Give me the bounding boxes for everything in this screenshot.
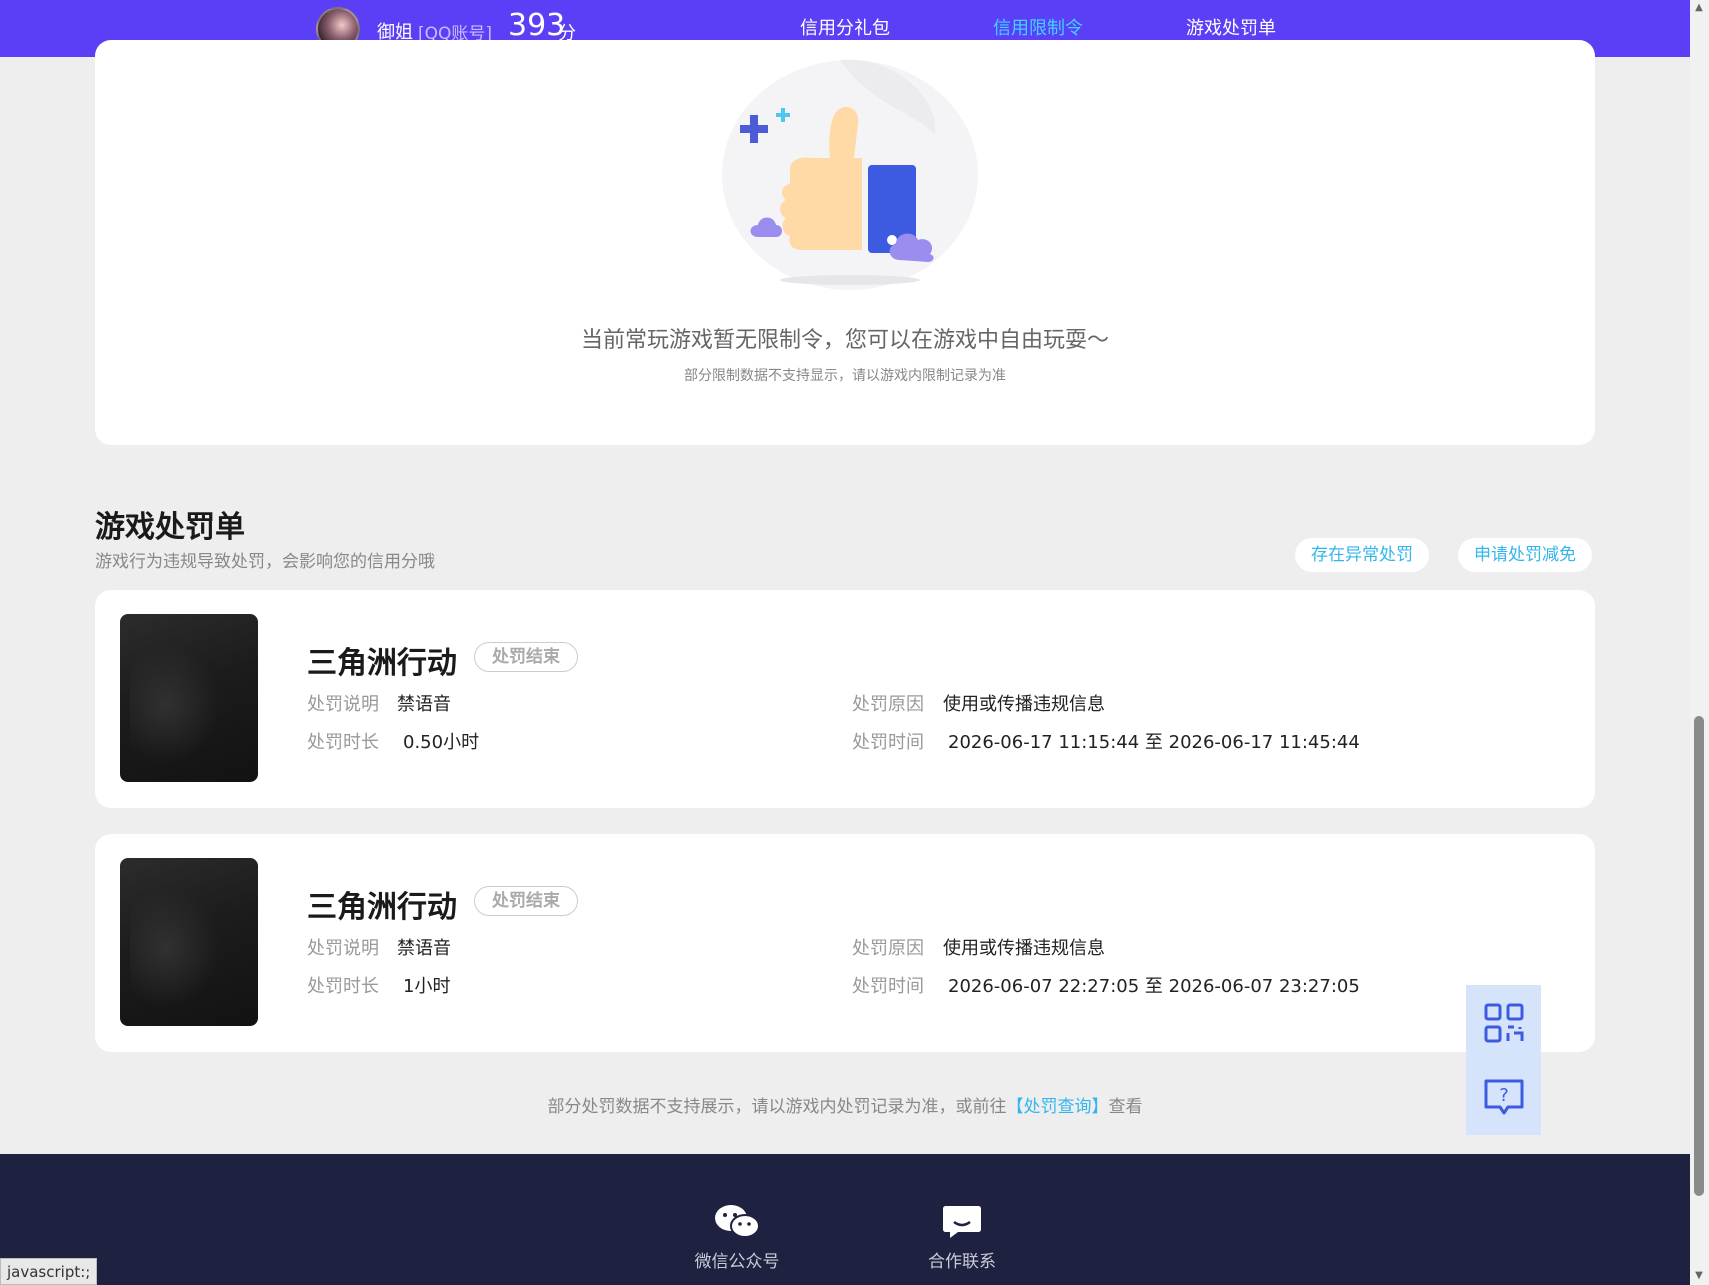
footer-note-text: 部分处罚数据不支持展示，请以游戏内处罚记录为准，或前往: [547, 1097, 1007, 1117]
help-chat-icon: ?: [1484, 1079, 1523, 1114]
site-footer: [0, 1154, 1690, 1285]
help-button[interactable]: ?: [1466, 1060, 1541, 1135]
reason-label: 处罚原因: [852, 938, 924, 959]
footer-contact[interactable]: 合作联系: [907, 1203, 1017, 1272]
scroll-down-arrow[interactable]: ▼: [1693, 1270, 1705, 1282]
punishment-card: 三角洲行动 处罚结束 处罚说明 禁语音 处罚时长 0.50小时 处罚原因 使用或…: [95, 590, 1595, 808]
svg-text:?: ?: [1499, 1085, 1509, 1106]
footer-note-suffix: 查看: [1108, 1097, 1143, 1117]
time-label: 处罚时间: [852, 732, 924, 753]
apply-reduction-button[interactable]: 申请处罚减免: [1458, 538, 1592, 572]
time-label: 处罚时间: [852, 976, 924, 997]
game-thumbnail: [120, 614, 258, 782]
wechat-icon: [715, 1205, 760, 1238]
credit-score: 393: [508, 8, 566, 43]
time-value: 2026-06-17 11:15:44 至 2026-06-17 11:45:4…: [948, 732, 1360, 753]
restriction-empty-title: 当前常玩游戏暂无限制令，您可以在游戏中自由玩耍～: [580, 328, 1109, 353]
desc-value: 禁语音: [397, 938, 451, 959]
footer-wechat[interactable]: 微信公众号: [682, 1203, 792, 1272]
status-badge: 处罚结束: [474, 886, 578, 916]
floating-toolbar: ?: [1466, 985, 1541, 1135]
footer-contact-label: 合作联系: [928, 1252, 996, 1272]
reason-value: 使用或传播违规信息: [943, 938, 1105, 959]
reason-value: 使用或传播违规信息: [943, 694, 1105, 715]
qr-code-button[interactable]: [1466, 985, 1541, 1060]
reason-label: 处罚原因: [852, 694, 924, 715]
punishment-query-link[interactable]: 【处罚查询】: [1007, 1097, 1109, 1117]
desc-label: 处罚说明: [307, 938, 379, 959]
desc-value: 禁语音: [397, 694, 451, 715]
footer-wechat-label: 微信公众号: [694, 1252, 780, 1272]
desc-label: 处罚说明: [307, 694, 379, 715]
game-thumbnail: [120, 858, 258, 1026]
time-value: 2026-06-07 22:27:05 至 2026-06-07 23:27:0…: [948, 976, 1360, 997]
game-name: 三角洲行动: [307, 890, 457, 925]
restriction-empty-subtitle: 部分限制数据不支持显示，请以游戏内限制记录为准: [684, 368, 1006, 384]
restriction-card: 当前常玩游戏暂无限制令，您可以在游戏中自由玩耍～ 部分限制数据不支持显示，请以游…: [95, 40, 1595, 445]
qr-code-icon: [1484, 1003, 1523, 1042]
browser-status-bar: javascript:;: [0, 1258, 98, 1285]
duration-label: 处罚时长: [307, 732, 379, 753]
punishment-section-title: 游戏处罚单: [95, 510, 245, 545]
duration-value: 1小时: [403, 976, 451, 997]
chat-bubble-icon: [943, 1206, 981, 1238]
thumbs-up-illustration: [722, 59, 978, 290]
duration-label: 处罚时长: [307, 976, 379, 997]
punishment-section-desc: 游戏行为违规导致处罚，会影响您的信用分哦: [95, 552, 435, 572]
punishment-footer-note: 部分处罚数据不支持展示，请以游戏内处罚记录为准，或前往【处罚查询】查看: [0, 1092, 1690, 1117]
abnormal-punishment-button[interactable]: 存在异常处罚: [1295, 538, 1429, 572]
punishment-card: 三角洲行动 处罚结束 处罚说明 禁语音 处罚时长 1小时 处罚原因 使用或传播违…: [95, 834, 1595, 1052]
game-name: 三角洲行动: [307, 646, 457, 681]
scrollbar-thumb[interactable]: [1694, 716, 1704, 1196]
scroll-up-arrow[interactable]: ▲: [1693, 2, 1705, 14]
duration-value: 0.50小时: [403, 732, 480, 753]
status-badge: 处罚结束: [474, 642, 578, 672]
